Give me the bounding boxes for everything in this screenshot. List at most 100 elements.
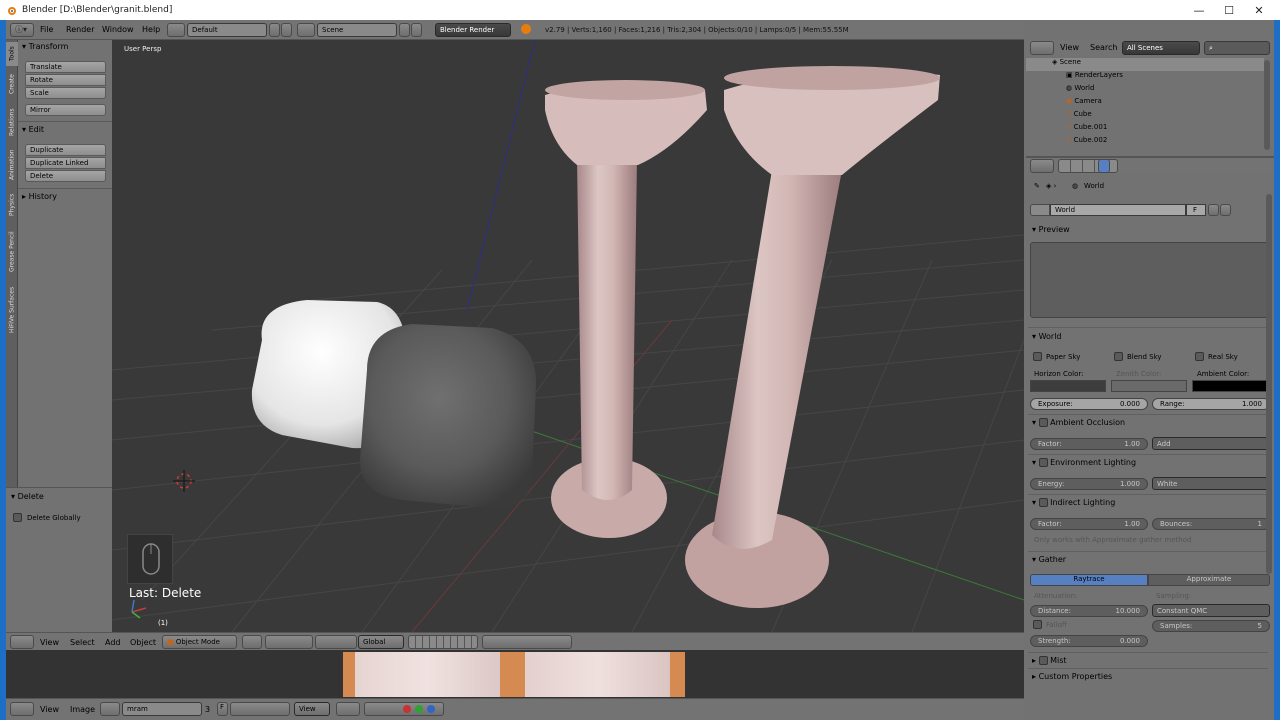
strength-field[interactable]: Strength: 0.000 <box>1030 635 1148 647</box>
world-browse-button[interactable] <box>1030 204 1050 216</box>
menu-add[interactable]: Add <box>105 638 121 647</box>
display-channels-buttons[interactable] <box>364 702 444 716</box>
outliner-search-field[interactable]: ⌕ <box>1204 41 1270 55</box>
editor-type-info-button[interactable]: ⓘ▾ <box>10 23 34 37</box>
tab-create[interactable]: Create <box>6 68 18 100</box>
close-button[interactable]: ✕ <box>1244 0 1274 20</box>
tab-physics[interactable]: Physics <box>6 188 18 222</box>
snap-buttons[interactable] <box>482 635 572 649</box>
outliner-item-world[interactable]: ◍ World <box>1026 84 1264 97</box>
raytrace-button[interactable]: Raytrace <box>1030 574 1148 586</box>
image-actions-buttons[interactable] <box>230 702 290 716</box>
minimize-button[interactable]: — <box>1184 0 1214 20</box>
shading-select[interactable] <box>242 635 262 649</box>
add-scene-button[interactable] <box>399 23 410 37</box>
tab-hifive-surfaces[interactable]: HiFiVe Surfaces <box>6 282 18 338</box>
duplicate-linked-button[interactable]: Duplicate Linked <box>25 157 106 169</box>
menu-view[interactable]: View <box>1060 43 1079 52</box>
outliner-item-cube-002[interactable]: ▽ Cube.002 <box>1026 136 1264 149</box>
editor-type-outliner-button[interactable] <box>1030 41 1054 55</box>
world-fake-user-button[interactable]: F <box>1186 204 1206 216</box>
env-color-select[interactable]: White <box>1152 477 1270 490</box>
scene-icon[interactable] <box>297 23 315 37</box>
outliner-item-scene[interactable]: ◈ Scene <box>1026 58 1264 71</box>
transform-panel-header[interactable]: ▾ Transform <box>22 42 68 51</box>
outliner-display-mode-select[interactable]: All Scenes <box>1122 41 1200 55</box>
editor-type-3d-button[interactable] <box>10 635 34 649</box>
paper-sky-checkbox[interactable] <box>1033 352 1042 361</box>
outliner-item-renderlayers[interactable]: ▣ RenderLayers <box>1026 71 1264 84</box>
menu-image[interactable]: Image <box>70 705 95 714</box>
env-energy-field[interactable]: Energy: 1.000 <box>1030 478 1148 490</box>
menu-help[interactable]: Help <box>142 25 160 34</box>
env-panel-header[interactable]: ▾ Environment Lighting <box>1032 458 1136 467</box>
distance-field[interactable]: Distance: 10.000 <box>1030 605 1148 617</box>
pivot-buttons[interactable] <box>265 635 313 649</box>
world-panel-header[interactable]: ▾ World <box>1032 332 1062 341</box>
real-sky-checkbox[interactable] <box>1195 352 1204 361</box>
tab-grease-pencil[interactable]: Grease Pencil <box>6 224 18 280</box>
scene-field[interactable]: Scene <box>317 23 397 37</box>
orientation-select[interactable]: Global <box>358 635 404 649</box>
mode-select[interactable]: ■ Object Mode <box>162 635 237 649</box>
image-name-field[interactable]: mram <box>122 702 202 716</box>
exposure-field[interactable]: Exposure: 0.000 <box>1030 398 1148 410</box>
samples-field[interactable]: Samples: 5 <box>1152 620 1270 632</box>
menu-object[interactable]: Object <box>130 638 156 647</box>
mist-checkbox[interactable] <box>1038 656 1048 665</box>
menu-window[interactable]: Window <box>102 25 134 34</box>
outliner-scrollbar[interactable] <box>1264 60 1270 150</box>
render-engine-select[interactable]: Blender Render <box>435 23 511 37</box>
add-layout-button[interactable] <box>269 23 280 37</box>
image-editor[interactable] <box>6 650 1024 698</box>
tab-animation[interactable]: Animation <box>6 144 18 186</box>
indirect-factor-field[interactable]: Factor: 1.00 <box>1030 518 1148 530</box>
screen-layout-field[interactable]: Default <box>187 23 267 37</box>
zenith-color-swatch[interactable] <box>1111 380 1187 392</box>
world-name-field[interactable]: World <box>1050 204 1186 216</box>
duplicate-button[interactable]: Duplicate <box>25 144 106 156</box>
pin-icon[interactable]: ✎ <box>1034 182 1040 190</box>
horizon-color-swatch[interactable] <box>1030 380 1106 392</box>
edit-panel-header[interactable]: ▾ Edit <box>22 125 44 134</box>
outliner-item-cube-001[interactable]: ▽ Cube.001 <box>1026 123 1264 136</box>
manipulator-buttons[interactable] <box>315 635 357 649</box>
pivot-select[interactable] <box>336 702 360 716</box>
indirect-checkbox[interactable] <box>1038 498 1048 507</box>
menu-file[interactable]: File <box>40 25 53 34</box>
delete-globally-checkbox[interactable] <box>13 513 22 522</box>
blend-sky-checkbox[interactable] <box>1114 352 1123 361</box>
sampling-method-select[interactable]: Constant QMC <box>1152 604 1270 617</box>
outliner-item-camera[interactable]: ◉ Camera <box>1026 97 1264 110</box>
ao-checkbox[interactable] <box>1038 418 1048 427</box>
properties-scrollbar[interactable] <box>1266 194 1272 574</box>
mist-panel-header[interactable]: ▸ Mist <box>1032 656 1067 665</box>
unlink-world-button[interactable] <box>1220 204 1231 216</box>
new-world-button[interactable] <box>1208 204 1219 216</box>
screen-layout-icon[interactable] <box>167 23 185 37</box>
custom-properties-header[interactable]: ▸ Custom Properties <box>1032 672 1112 681</box>
menu-view[interactable]: View <box>40 638 59 647</box>
view-mode-select[interactable]: View <box>294 702 330 716</box>
ao-blend-select[interactable]: Add <box>1152 437 1270 450</box>
rotate-button[interactable]: Rotate <box>25 74 106 86</box>
world-context-tab[interactable] <box>1098 159 1110 173</box>
editor-type-image-button[interactable] <box>10 702 34 716</box>
ambient-color-swatch[interactable] <box>1192 380 1269 392</box>
indirect-panel-header[interactable]: ▾ Indirect Lighting <box>1032 498 1115 507</box>
scale-button[interactable]: Scale <box>25 87 106 99</box>
tab-relations[interactable]: Relations <box>6 102 18 142</box>
maximize-button[interactable]: ☐ <box>1214 0 1244 20</box>
indirect-bounces-field[interactable]: Bounces: 1 <box>1152 518 1270 530</box>
editor-type-properties-button[interactable] <box>1030 159 1054 173</box>
layer-buttons[interactable] <box>408 635 478 649</box>
outliner-item-cube[interactable]: ▽ Cube <box>1026 110 1264 123</box>
mirror-button[interactable]: Mirror <box>25 104 106 116</box>
ao-factor-field[interactable]: Factor: 1.00 <box>1030 438 1148 450</box>
remove-layout-button[interactable] <box>281 23 292 37</box>
approximate-button[interactable]: Approximate <box>1148 574 1270 586</box>
ao-panel-header[interactable]: ▾ Ambient Occlusion <box>1032 418 1125 427</box>
range-field[interactable]: Range: 1.000 <box>1152 398 1270 410</box>
preview-panel-header[interactable]: ▾ Preview <box>1032 225 1070 234</box>
env-checkbox[interactable] <box>1038 458 1048 467</box>
